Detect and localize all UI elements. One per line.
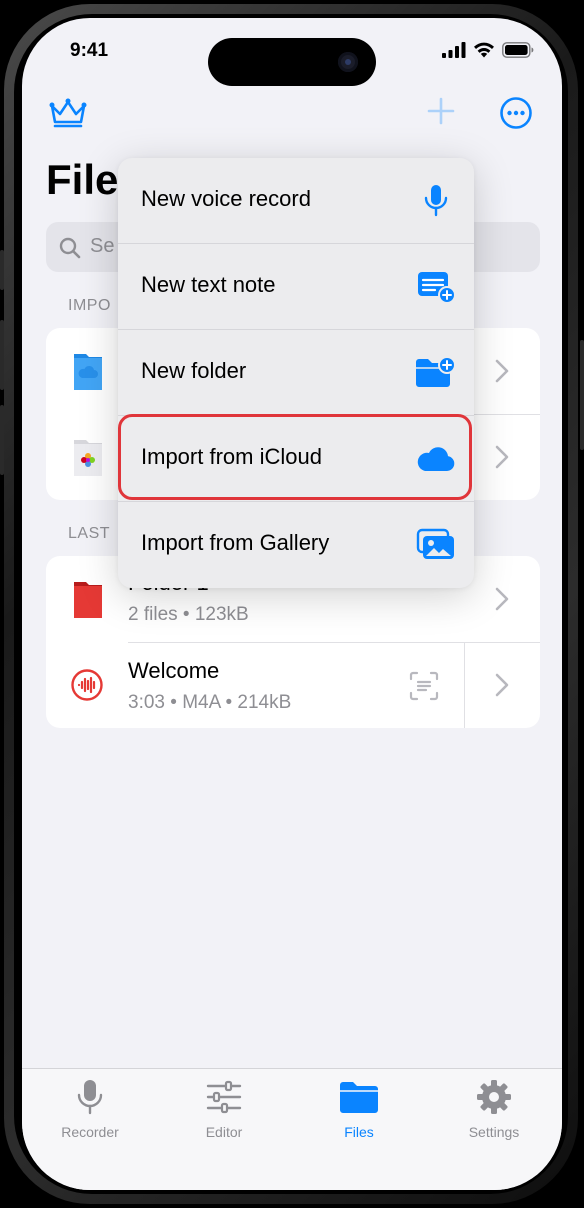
tab-recorder[interactable]: Recorder (35, 1079, 145, 1140)
volume-down-button (0, 405, 4, 475)
premium-crown-button[interactable] (48, 96, 88, 135)
add-button[interactable] (426, 96, 456, 131)
transcript-icon[interactable] (408, 670, 440, 702)
list-item-recording[interactable]: Welcome 3:03 • M4A • 214kB (46, 642, 540, 728)
red-folder-icon (74, 582, 102, 618)
chevron-right-icon[interactable] (494, 586, 510, 612)
menu-item-new-text-note[interactable]: New text note (118, 244, 474, 330)
sliders-icon (206, 1080, 242, 1114)
menu-item-import-gallery[interactable]: Import from Gallery (118, 502, 474, 588)
menu-item-label: New folder (141, 358, 247, 383)
tab-label: Editor (205, 1124, 243, 1140)
search-placeholder: Se (90, 235, 115, 257)
chevron-right-icon[interactable] (494, 672, 510, 698)
menu-item-new-folder[interactable]: New folder (118, 330, 474, 416)
ellipsis-circle-icon (500, 97, 532, 129)
item-subtitle: 2 files • 123kB (128, 604, 249, 625)
tab-label: Settings (468, 1124, 520, 1140)
tab-editor[interactable]: Editor (169, 1079, 279, 1140)
microphone-icon (77, 1080, 103, 1115)
screen: 9:41 Files Se IMPO LAST Folder 1 (22, 18, 562, 1190)
camera-icon (338, 52, 358, 72)
section-label-imported: IMPO (68, 297, 111, 314)
gear-icon (477, 1080, 511, 1114)
note-add-icon (418, 272, 456, 304)
chevron-right-icon[interactable] (494, 444, 510, 470)
item-title: Welcome (128, 658, 220, 683)
menu-item-label: New text note (141, 272, 276, 297)
photos-folder-icon (74, 440, 102, 476)
search-icon (59, 237, 81, 259)
plus-icon (427, 97, 455, 125)
tab-files[interactable]: Files (304, 1079, 414, 1140)
tab-label: Recorder (61, 1124, 119, 1140)
signal-icon (442, 42, 466, 58)
crown-icon (49, 98, 87, 128)
tab-label: Files (344, 1124, 374, 1140)
volume-up-button (0, 320, 4, 390)
add-menu: New voice record New text note New folde… (118, 158, 474, 588)
chevron-right-icon[interactable] (494, 358, 510, 384)
tab-settings[interactable]: Settings (439, 1079, 549, 1140)
folder-add-icon (416, 356, 456, 387)
more-options-button[interactable] (499, 96, 533, 135)
dynamic-island (208, 38, 376, 86)
tab-bar: Recorder Editor Files Settings (22, 1068, 562, 1190)
menu-item-label: Import from Gallery (141, 530, 330, 555)
power-button (580, 340, 584, 450)
status-time: 9:41 (70, 40, 109, 61)
menu-item-label: New voice record (141, 186, 311, 211)
folder-icon (340, 1082, 378, 1113)
icloud-folder-icon (74, 354, 102, 390)
waveform-icon (71, 669, 103, 701)
highlight-ring (118, 414, 472, 500)
battery-icon (502, 42, 534, 58)
menu-item-new-voice-record[interactable]: New voice record (118, 158, 474, 244)
status-icons (442, 42, 534, 58)
row-divider (464, 642, 465, 728)
gallery-icon (416, 528, 454, 559)
section-label-last: LAST (68, 525, 111, 542)
wifi-icon (474, 42, 494, 58)
item-subtitle: 3:03 • M4A • 214kB (128, 692, 292, 713)
microphone-icon (424, 185, 448, 217)
mute-switch (0, 250, 4, 290)
